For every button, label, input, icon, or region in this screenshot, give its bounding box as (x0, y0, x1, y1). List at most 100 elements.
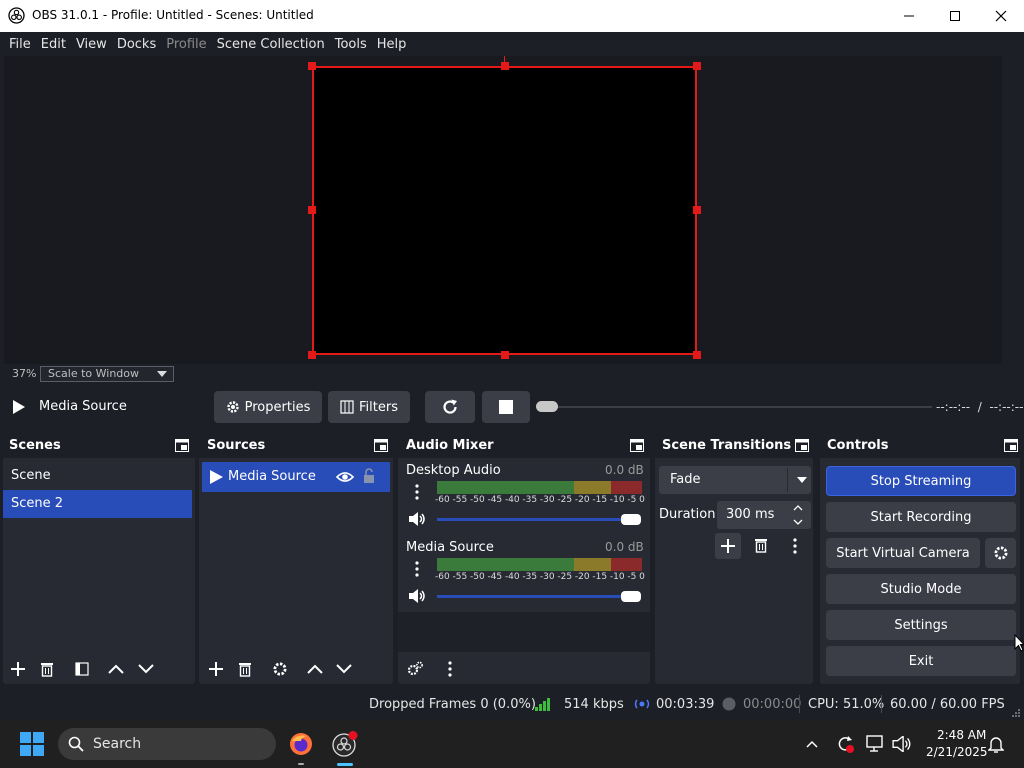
volume-icon[interactable] (892, 736, 912, 752)
sources-dock-header: Sources (199, 434, 393, 458)
windows-start-icon[interactable] (20, 732, 44, 756)
undock-icon[interactable] (175, 439, 189, 452)
add-source-button[interactable] (204, 657, 228, 681)
more-options-icon[interactable] (415, 561, 419, 577)
minimize-button[interactable] (886, 0, 932, 32)
close-button[interactable] (978, 0, 1024, 32)
restart-media-button[interactable] (425, 391, 475, 423)
exit-button[interactable]: Exit (826, 646, 1016, 676)
transition-select[interactable]: Fade (659, 466, 811, 494)
add-scene-button[interactable] (6, 657, 30, 681)
media-seek-track[interactable] (537, 406, 932, 408)
start-virtual-camera-button[interactable]: Start Virtual Camera (826, 538, 980, 568)
gear-icon (273, 662, 287, 676)
meter-tick-label: -20 (574, 572, 590, 582)
scene-filters-button[interactable] (70, 657, 94, 681)
chevron-up-icon[interactable] (793, 505, 803, 511)
resize-handle-bottom-right[interactable] (693, 351, 701, 359)
resize-handle-right[interactable] (693, 206, 701, 214)
obs-active-indicator (337, 763, 353, 766)
meter-tick-label: -30 (539, 572, 555, 582)
firefox-icon[interactable] (289, 732, 313, 756)
speaker-icon[interactable] (408, 589, 426, 603)
chevron-up-icon[interactable] (806, 740, 818, 748)
more-options-icon[interactable] (793, 538, 797, 554)
remove-scene-button[interactable] (35, 657, 59, 681)
scenes-dock-header: Scenes (3, 434, 195, 458)
resize-handle-left[interactable] (308, 206, 316, 214)
menu-file[interactable]: File (4, 37, 36, 52)
studio-mode-button[interactable]: Studio Mode (826, 574, 1016, 604)
remove-transition-button[interactable] (749, 533, 773, 557)
settings-button[interactable]: Settings (826, 610, 1016, 640)
menu-edit[interactable]: Edit (36, 37, 71, 52)
source-properties-button[interactable] (268, 657, 292, 681)
more-options-icon[interactable] (415, 484, 419, 500)
stop-media-button[interactable] (482, 391, 530, 423)
undock-icon[interactable] (1004, 439, 1018, 452)
play-icon[interactable] (12, 399, 26, 415)
meter-tick-label: -35 (522, 495, 538, 505)
move-source-down-button[interactable] (332, 657, 356, 681)
menu-tools[interactable]: Tools (330, 37, 372, 52)
menu-scene-collection[interactable]: Scene Collection (212, 37, 330, 52)
audio-mixer-settings-button[interactable] (403, 657, 427, 681)
resize-handle-top-left[interactable] (308, 62, 316, 70)
volume-slider-track[interactable] (437, 595, 637, 598)
meter-tick-label: -25 (557, 572, 573, 582)
chevron-down-icon[interactable] (793, 519, 803, 525)
source-item-selected[interactable]: Media Source (202, 462, 390, 492)
undock-icon[interactable] (374, 439, 388, 452)
media-seek-handle[interactable] (536, 401, 558, 412)
duration-spinbox[interactable]: 300 ms (717, 501, 811, 529)
menu-bar: File Edit View Docks Profile Scene Colle… (0, 32, 1024, 56)
add-transition-button[interactable] (715, 533, 741, 559)
display-icon[interactable] (866, 735, 886, 753)
menu-docks[interactable]: Docks (112, 37, 161, 52)
chevron-down-icon (336, 664, 352, 674)
menu-profile[interactable]: Profile (161, 37, 211, 52)
filters-button[interactable]: Filters (328, 391, 410, 423)
volume-slider-track[interactable] (437, 518, 637, 521)
virtual-camera-settings-button[interactable] (985, 538, 1016, 568)
scene-item[interactable]: Scene (3, 462, 192, 490)
gear-icon (226, 401, 239, 413)
move-source-up-button[interactable] (303, 657, 327, 681)
source-item-label: Media Source (228, 469, 316, 484)
taskbar-time[interactable]: 2:48 AM (937, 728, 986, 742)
remove-source-button[interactable] (233, 657, 257, 681)
resize-handle-bottom[interactable] (501, 351, 509, 359)
taskbar-search-box[interactable]: Search (58, 728, 276, 760)
selected-source-canvas[interactable] (312, 66, 697, 355)
properties-button[interactable]: Properties (214, 391, 322, 423)
taskbar-date[interactable]: 2/21/2025 (926, 745, 988, 759)
notification-bell-icon[interactable] (988, 735, 1004, 753)
menu-view[interactable]: View (71, 37, 112, 52)
resize-handle-top-right[interactable] (693, 62, 701, 70)
unlock-icon[interactable] (363, 468, 375, 484)
start-recording-button[interactable]: Start Recording (826, 502, 1016, 532)
maximize-button[interactable] (932, 0, 978, 32)
scale-mode-select[interactable]: Scale to Window (40, 366, 174, 382)
scene-item-selected[interactable]: Scene 2 (3, 490, 192, 518)
undock-icon[interactable] (795, 439, 809, 452)
undock-icon[interactable] (630, 439, 644, 452)
more-options-icon[interactable] (448, 661, 452, 677)
resize-handle-top[interactable] (501, 62, 509, 70)
status-divider (881, 695, 882, 713)
move-scene-up-button[interactable] (104, 657, 128, 681)
move-scene-down-button[interactable] (134, 657, 158, 681)
eye-icon[interactable] (336, 470, 354, 484)
resize-handle-bottom-left[interactable] (308, 351, 316, 359)
menu-help[interactable]: Help (372, 37, 412, 52)
volume-slider-handle[interactable] (621, 591, 641, 602)
speaker-icon[interactable] (408, 512, 426, 526)
resize-grip-icon[interactable] (1011, 708, 1021, 718)
stop-streaming-button[interactable]: Stop Streaming (826, 466, 1016, 496)
volume-slider-handle[interactable] (621, 514, 641, 525)
sync-alert-icon[interactable] (835, 734, 855, 754)
meter-tick-label: -60 (435, 495, 450, 505)
volume-meter-ticks: -60 -55 -50 -45 -40 -35 -30 -25 -20 -15 -10 -5 0 (435, 572, 645, 584)
obs-taskbar-icon[interactable] (332, 731, 358, 757)
stop-icon (499, 400, 513, 414)
